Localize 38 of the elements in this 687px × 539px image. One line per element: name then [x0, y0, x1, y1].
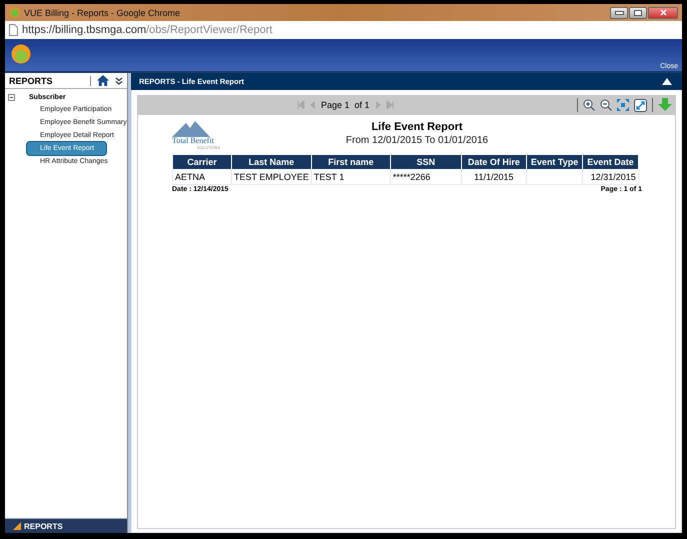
fit-page-icon[interactable] [617, 99, 629, 111]
zoom-out-icon[interactable] [600, 99, 612, 111]
table-cell: TEST EMPLOYEE [234, 172, 309, 182]
maximize-button[interactable] [629, 6, 647, 18]
collapse-icon[interactable] [115, 76, 123, 84]
page-icon [9, 24, 18, 36]
zoom-in-icon[interactable] [583, 99, 595, 111]
column-header: First name [311, 154, 390, 170]
chrome-logo-icon [9, 7, 20, 18]
triangle-icon [13, 522, 21, 530]
column-header: Event Date [582, 154, 638, 170]
column-header: Date Of Hire [461, 154, 526, 170]
fullscreen-icon[interactable] [634, 98, 647, 112]
report-subtitle: From 12/01/2015 To 01/01/2016 [346, 135, 488, 146]
table-cell: AETNA [175, 172, 206, 182]
page-number: Page 1 [321, 100, 350, 110]
column-header: Last Name [232, 154, 312, 170]
table-cell: 11/1/2015 [474, 172, 514, 182]
sidebar-title: REPORTS [9, 76, 91, 86]
sidebar-footer-tab[interactable]: REPORTS [5, 518, 127, 533]
column-header: Carrier [172, 154, 232, 170]
table-cell: *****2266 [392, 172, 430, 182]
collapse-toggle[interactable] [8, 94, 15, 101]
column-header: Event Type [526, 154, 583, 170]
home-icon[interactable] [97, 75, 109, 86]
table-cell: TEST 1 [314, 172, 344, 182]
window-title: VUE Billing - Reports - Google Chrome [24, 8, 182, 18]
minimize-button[interactable] [610, 6, 628, 18]
table-cell: 12/31/2015 [590, 172, 636, 182]
collapse-up-icon[interactable] [662, 78, 672, 85]
mountain-logo-icon [172, 121, 210, 137]
page-count: of 1 [354, 100, 370, 110]
app-logo-icon [11, 44, 31, 64]
close-button[interactable] [648, 6, 678, 18]
logo-text: Total Benefit [172, 137, 214, 145]
report-title: Life Event Report [371, 121, 463, 133]
column-header: SSN [390, 154, 462, 170]
close-icon [660, 9, 666, 16]
